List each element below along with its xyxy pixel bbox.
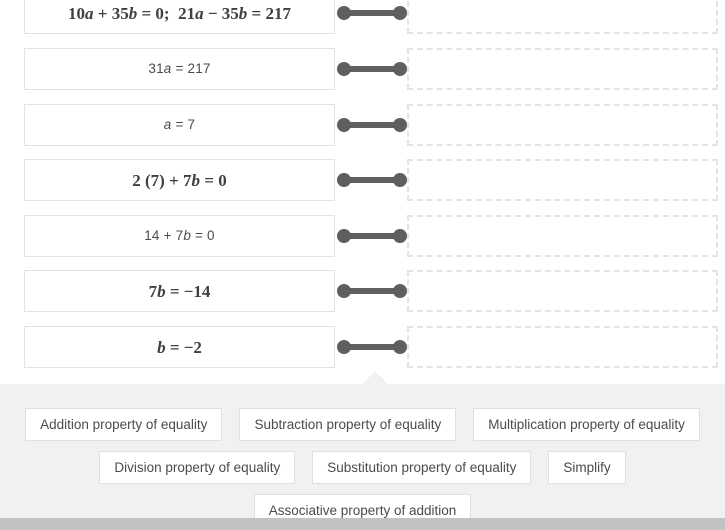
equation-box: 14 + 7b = 0 bbox=[24, 215, 335, 257]
equation-box: a = 7 bbox=[24, 104, 335, 146]
connector-line bbox=[337, 62, 407, 76]
equation-box: 2 (7) + 7b = 0 bbox=[24, 159, 335, 201]
connector-knob-right bbox=[393, 284, 407, 298]
equation-text: 7b = −14 bbox=[148, 281, 211, 301]
answer-dropzone[interactable] bbox=[407, 48, 718, 90]
equation-box: 7b = −14 bbox=[24, 270, 335, 312]
connector-line bbox=[337, 6, 407, 20]
connector-line bbox=[337, 173, 407, 187]
answer-chip[interactable]: Multiplication property of equality bbox=[473, 408, 700, 441]
equation-box: 10a + 35b = 0; 21a − 35b = 217 bbox=[24, 0, 335, 34]
equation-text: b = −2 bbox=[157, 337, 202, 357]
match-row: 10a + 35b = 0; 21a − 35b = 217 bbox=[0, 0, 725, 34]
horizontal-scrollbar[interactable] bbox=[0, 518, 725, 530]
answer-chip[interactable]: Addition property of equality bbox=[25, 408, 223, 441]
panel-caret-icon bbox=[361, 371, 389, 385]
match-row: 7b = −14 bbox=[0, 270, 725, 312]
matching-exercise-area: 10a + 35b = 0; 21a − 35b = 217 31a = 217 a… bbox=[0, 0, 725, 384]
answer-chip[interactable]: Simplify bbox=[548, 451, 626, 484]
connector-knob-right bbox=[393, 118, 407, 132]
answer-choices-panel: Addition property of equality Subtraction… bbox=[0, 371, 725, 527]
answer-dropzone[interactable] bbox=[407, 0, 718, 34]
equation-text: a = 7 bbox=[163, 117, 196, 133]
answer-dropzone[interactable] bbox=[407, 215, 718, 257]
connector-knob-right bbox=[393, 340, 407, 354]
answer-dropzone[interactable] bbox=[407, 270, 718, 312]
choice-row-2: Division property of equality Substitutio… bbox=[0, 451, 725, 484]
answer-dropzone[interactable] bbox=[407, 159, 718, 201]
match-row: 14 + 7b = 0 bbox=[0, 215, 725, 257]
horizontal-scrollbar-thumb[interactable] bbox=[0, 518, 725, 530]
equation-box: 31a = 217 bbox=[24, 48, 335, 90]
answer-chip[interactable]: Subtraction property of equality bbox=[239, 408, 457, 441]
answer-chip[interactable]: Substitution property of equality bbox=[312, 451, 532, 484]
equation-text: 14 + 7b = 0 bbox=[144, 228, 215, 244]
connector-knob-right bbox=[393, 62, 407, 76]
connector-line bbox=[337, 284, 407, 298]
equation-box: b = −2 bbox=[24, 326, 335, 368]
connector-knob-right bbox=[393, 173, 407, 187]
connector-line bbox=[337, 340, 407, 354]
answer-dropzone[interactable] bbox=[407, 326, 718, 368]
match-row: 31a = 217 bbox=[0, 48, 725, 90]
match-row: a = 7 bbox=[0, 104, 725, 146]
equation-text: 2 (7) + 7b = 0 bbox=[132, 170, 227, 190]
choice-row-1: Addition property of equality Subtraction… bbox=[0, 408, 725, 441]
connector-line bbox=[337, 118, 407, 132]
equation-text: 10a + 35b = 0; 21a − 35b = 217 bbox=[68, 3, 291, 23]
answer-dropzone[interactable] bbox=[407, 104, 718, 146]
connector-knob-right bbox=[393, 6, 407, 20]
answer-chip[interactable]: Division property of equality bbox=[99, 451, 296, 484]
match-row: 2 (7) + 7b = 0 bbox=[0, 159, 725, 201]
equation-text: 31a = 217 bbox=[148, 61, 211, 77]
connector-knob-right bbox=[393, 229, 407, 243]
connector-line bbox=[337, 229, 407, 243]
match-row: b = −2 bbox=[0, 326, 725, 368]
